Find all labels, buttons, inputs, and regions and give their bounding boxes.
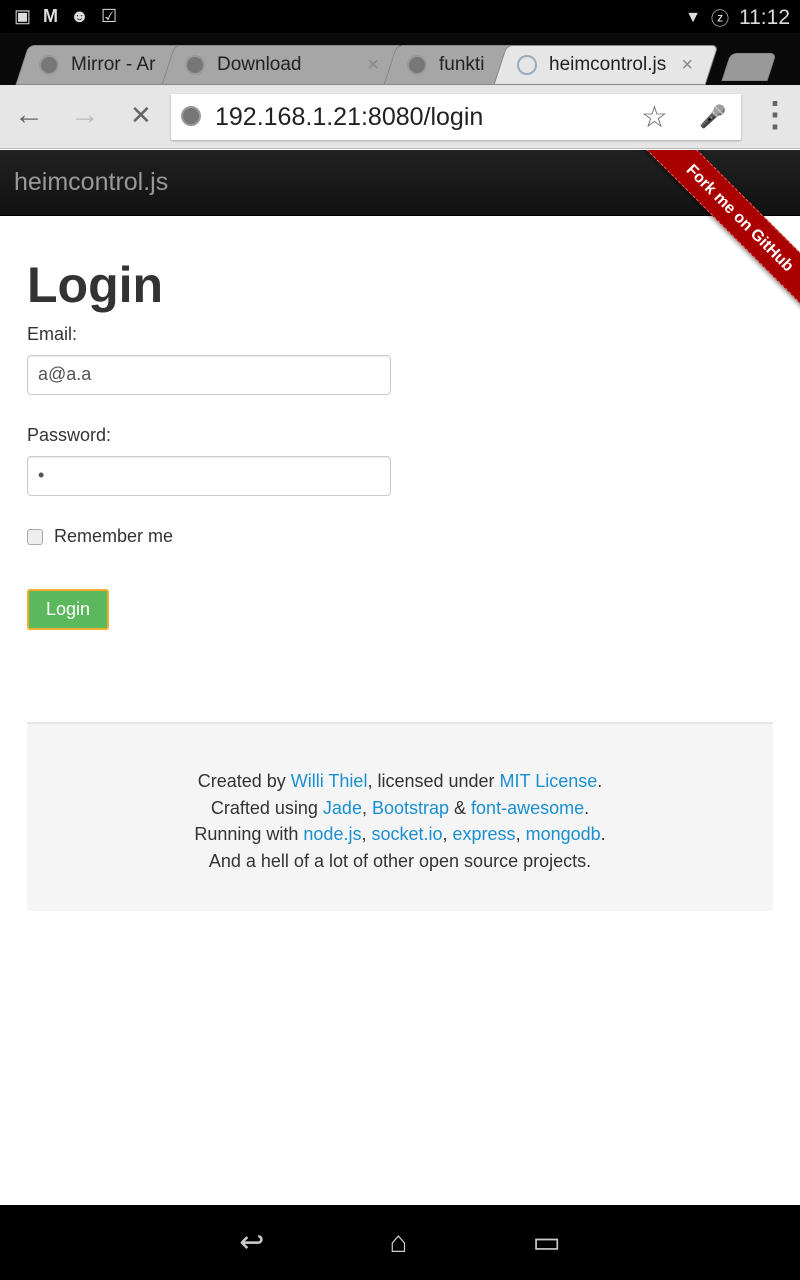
footer-text: , — [361, 824, 372, 844]
email-field[interactable]: a@a.a — [27, 355, 391, 395]
recents-icon[interactable]: ▭ — [532, 1225, 560, 1260]
gmail-icon: M — [43, 6, 59, 26]
menu-icon[interactable]: ⋮ — [758, 98, 792, 132]
footer-line: Running with node.js, socket.io, express… — [27, 821, 773, 848]
footer-text: , — [515, 824, 526, 844]
footer-text: & — [449, 797, 472, 818]
footer-link[interactable]: Jade — [323, 798, 362, 818]
stop-button[interactable]: ✕ — [130, 99, 152, 131]
password-field[interactable]: • — [27, 456, 391, 496]
cyanogen-icon: ☻ — [70, 6, 89, 26]
clock: 11:12 — [739, 6, 790, 29]
footer-text: . — [597, 771, 603, 791]
system-navigation-bar: ↩ ⌂ ▭ — [0, 1205, 800, 1280]
footer-link[interactable]: node.js — [303, 824, 361, 844]
forward-button[interactable]: → — [70, 99, 100, 131]
footer-text: . — [600, 824, 606, 844]
microphone-icon[interactable]: 🎤 — [699, 104, 726, 130]
close-tab-icon[interactable]: × — [681, 54, 693, 77]
tab-title: Download — [217, 54, 302, 75]
tab-title: Mirror - Ar — [71, 54, 156, 75]
footer-text: Running with — [194, 824, 304, 844]
brand-link[interactable]: heimcontrol.js — [14, 168, 168, 197]
login-button[interactable]: Login — [27, 589, 109, 630]
footer-link[interactable]: Willi Thiel — [291, 771, 368, 791]
footer-text: And a hell of a lot of other open source… — [208, 850, 592, 871]
back-button[interactable]: ← — [14, 99, 44, 131]
footer-text: . — [584, 797, 590, 818]
remember-me-checkbox[interactable] — [27, 528, 43, 545]
tab-heimcontrol[interactable]: heimcontrol.js × — [493, 45, 719, 85]
new-tab-button[interactable] — [721, 53, 777, 81]
footer-link[interactable]: mongodb — [526, 824, 601, 844]
tab-title: heimcontrol.js — [549, 54, 667, 75]
remember-me-row[interactable]: Remember me — [27, 526, 773, 547]
tab-title: funkti — [439, 54, 485, 75]
github-ribbon-container: Fork me on GitHub — [620, 150, 800, 330]
password-label: Password: — [27, 425, 112, 445]
browser-toolbar: ← → ✕ 192.168.1.21:8080/login ☆ 🎤 ⋮ — [0, 85, 800, 149]
footer-link[interactable]: Bootstrap — [372, 798, 449, 818]
status-bar: ▣ M ☻ ☑ ▼ ⓩ 11:12 — [0, 0, 800, 33]
battery-charging-icon: ⓩ — [711, 9, 729, 29]
footer-line: And a hell of a lot of other open source… — [27, 848, 773, 875]
gallery-icon: ▣ — [14, 6, 32, 26]
footer-line: Crafted using Jade, Bootstrap & font-awe… — [27, 795, 773, 822]
back-icon[interactable]: ↩ — [239, 1225, 264, 1260]
remember-me-label: Remember me — [54, 526, 174, 546]
footer: Created by Willi Thiel, licensed under M… — [27, 722, 773, 911]
home-icon[interactable]: ⌂ — [389, 1226, 407, 1260]
fork-on-github-ribbon[interactable]: Fork me on GitHub — [628, 150, 800, 330]
globe-icon — [181, 106, 201, 126]
footer-link[interactable]: socket.io — [371, 824, 442, 844]
footer-text: , — [442, 824, 453, 844]
bookmark-star-icon[interactable]: ☆ — [641, 100, 668, 135]
globe-icon — [407, 55, 427, 75]
url-text[interactable]: 192.168.1.21:8080/login — [215, 103, 483, 132]
footer-text: Created by — [197, 771, 291, 791]
footer-text: , — [361, 797, 372, 818]
globe-icon — [39, 55, 59, 75]
shopping-bag-icon: ☑ — [100, 6, 118, 26]
address-bar[interactable]: 192.168.1.21:8080/login ☆ 🎤 — [171, 94, 741, 140]
footer-link[interactable]: express — [453, 824, 516, 844]
footer-link[interactable]: font-awesome — [471, 798, 584, 818]
loading-spinner-icon — [517, 55, 537, 75]
globe-icon — [185, 55, 205, 75]
footer-line: Created by Willi Thiel, licensed under M… — [27, 768, 773, 795]
tab-download[interactable]: Download × — [161, 45, 405, 85]
close-tab-icon[interactable]: × — [367, 54, 379, 77]
footer-link[interactable]: MIT License — [500, 771, 598, 791]
wifi-icon: ▼ — [685, 9, 701, 26]
tab-strip: Mirror - Ar Download × funkti heimcontrol… — [0, 33, 800, 85]
footer-text: Crafted using — [210, 797, 323, 818]
footer-text: , licensed under — [367, 771, 500, 791]
